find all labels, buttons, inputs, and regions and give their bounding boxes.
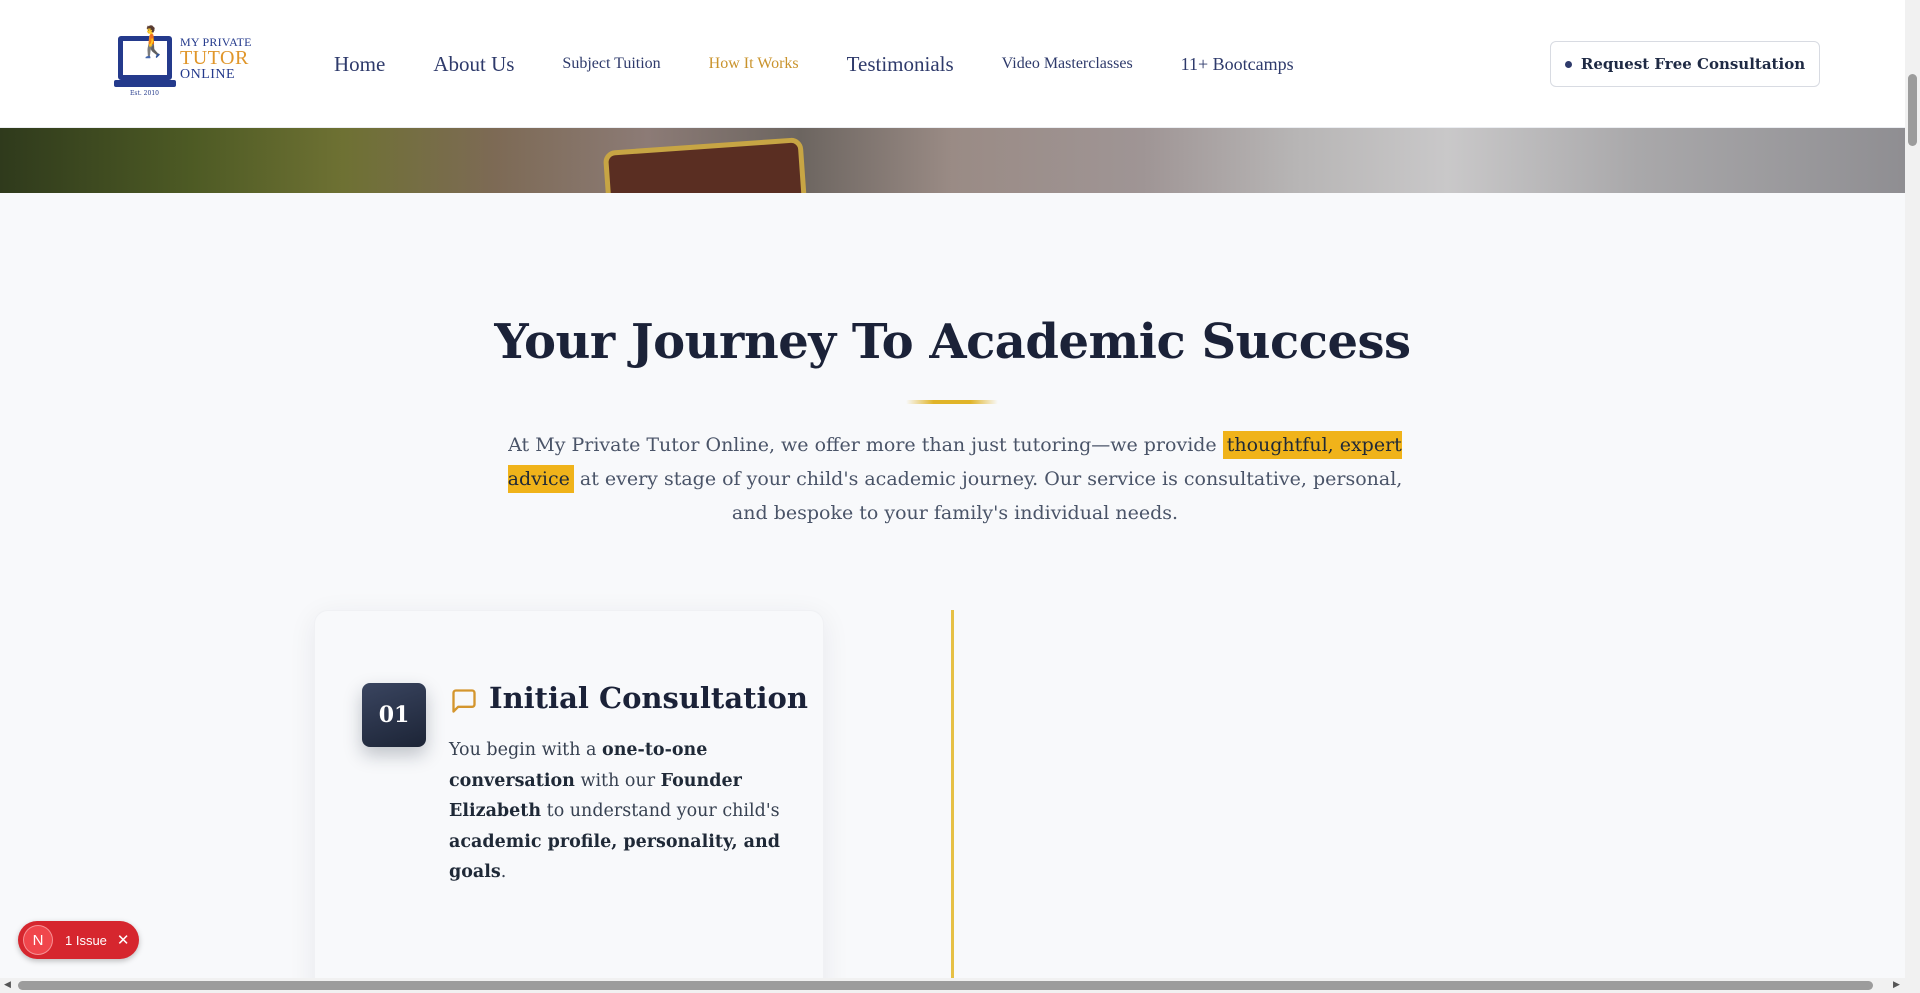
chat-bubble-icon	[452, 689, 476, 713]
intro-text-before: At My Private Tutor Online, we offer mor…	[508, 434, 1223, 456]
logo-line-2: TUTOR	[180, 47, 249, 69]
issues-label: 1 Issue	[65, 932, 107, 948]
phone-shape	[602, 137, 808, 193]
climbing-figure-icon: 🚶	[134, 25, 172, 60]
intro-text-after: at every stage of your child's academic …	[573, 468, 1403, 524]
horizontal-scrollbar-thumb[interactable]	[18, 981, 1873, 990]
site-header: 🚶 Est. 2010 MY PRIVATE TUTOR ONLINE Home…	[0, 0, 1905, 128]
step-text-part: to understand your child's	[541, 801, 780, 821]
step-text-part: with our	[574, 770, 661, 791]
main-nav: Home About Us Subject Tuition How It Wor…	[334, 0, 1342, 128]
nav-how-it-works[interactable]: How It Works	[709, 55, 799, 73]
site-logo[interactable]: 🚶 Est. 2010 MY PRIVATE TUTOR ONLINE	[114, 26, 256, 100]
logo-text: MY PRIVATE TUTOR ONLINE	[180, 36, 252, 82]
vertical-scrollbar-thumb[interactable]	[1908, 74, 1917, 146]
nav-home[interactable]: Home	[334, 52, 385, 77]
section-intro: At My Private Tutor Online, we offer mor…	[505, 428, 1405, 530]
vertical-scrollbar[interactable]	[1905, 0, 1920, 978]
scroll-right-icon[interactable]: ▶	[1893, 980, 1900, 990]
step-card: 01 Initial Consultation You begin with a…	[314, 610, 824, 993]
step-number: 01	[362, 683, 426, 747]
logo-mark: 🚶 Est. 2010	[114, 25, 176, 97]
nav-subject-tuition[interactable]: Subject Tuition	[562, 55, 660, 73]
title-divider	[906, 400, 998, 404]
step-text-part: .	[500, 862, 507, 882]
timeline-line	[951, 610, 954, 990]
issues-badge[interactable]: N 1 Issue ✕	[18, 921, 139, 959]
scroll-left-icon[interactable]: ◀	[4, 980, 11, 990]
nav-video-masterclasses[interactable]: Video Masterclasses	[1002, 55, 1133, 73]
step-title: Initial Consultation	[489, 681, 808, 715]
close-icon[interactable]: ✕	[117, 931, 130, 949]
laptop-base-shape	[114, 80, 176, 87]
step-text-bold: academic profile, personality, and goals	[449, 831, 780, 883]
nav-testimonials[interactable]: Testimonials	[847, 52, 954, 77]
step-text-part: You begin with a	[449, 740, 603, 760]
nav-11-plus-bootcamps[interactable]: 11+ Bootcamps	[1181, 54, 1294, 75]
nav-about-us[interactable]: About Us	[433, 52, 514, 77]
logo-line-3: ONLINE	[180, 67, 236, 82]
section-title: Your Journey To Academic Success	[494, 314, 1411, 370]
badge-logo-icon: N	[23, 925, 53, 955]
step-description: You begin with a one-to-one conversation…	[449, 735, 789, 888]
cta-label: Request Free Consultation	[1580, 55, 1806, 73]
request-consultation-button[interactable]: Request Free Consultation	[1550, 41, 1820, 87]
dot-icon	[1564, 60, 1572, 68]
logo-est: Est. 2010	[130, 90, 159, 97]
hero-image	[0, 128, 1905, 193]
